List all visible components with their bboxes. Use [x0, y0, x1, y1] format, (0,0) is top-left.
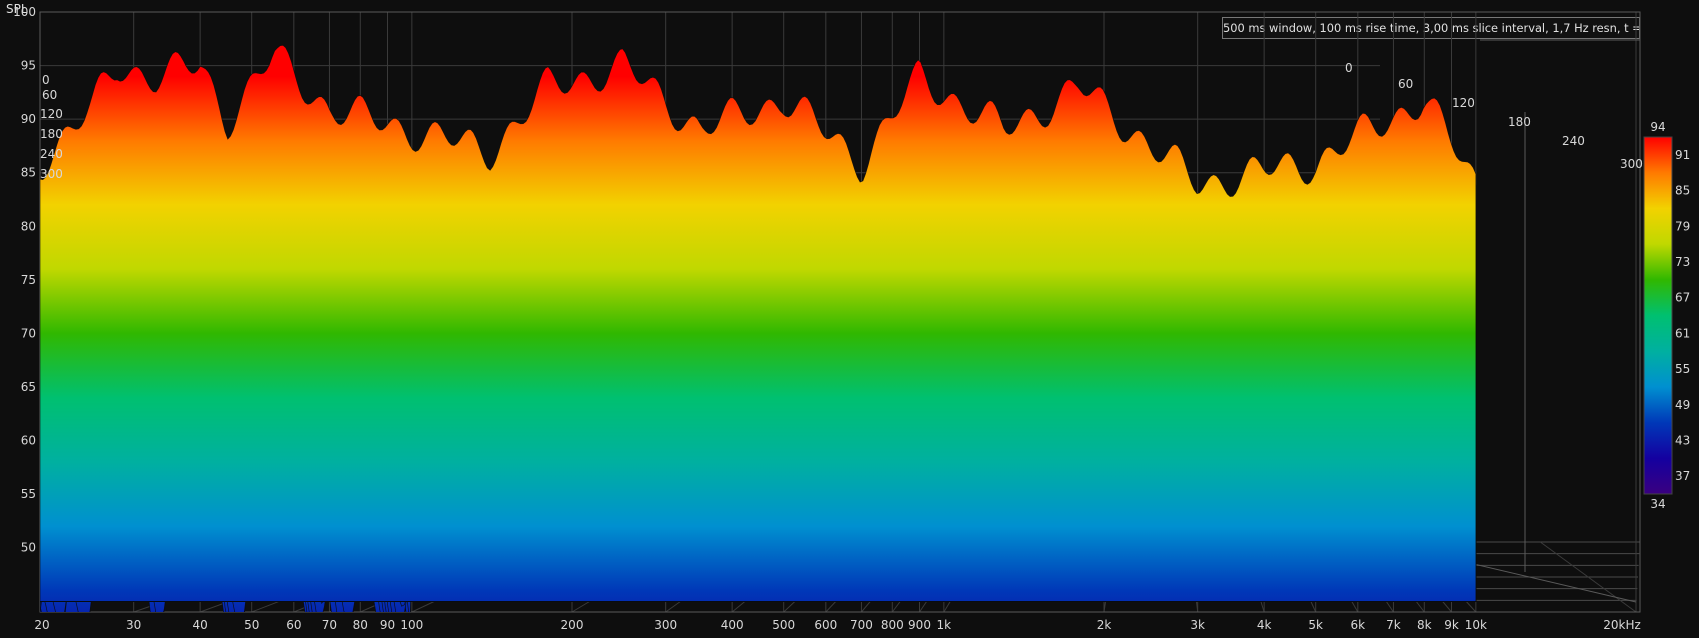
- colorbar-tick: 55: [1675, 362, 1690, 376]
- x-tick-label: 50: [244, 618, 259, 632]
- x-tick-label: 10k: [1465, 618, 1487, 632]
- y-tick-label: 70: [21, 326, 36, 340]
- time-tick-left: 0: [42, 73, 50, 87]
- y-tick-label: 65: [21, 380, 36, 394]
- x-tick-label: 20kHz: [1603, 618, 1641, 632]
- time-tick-left: 180: [40, 127, 63, 141]
- colorbar-tick: 94: [1650, 120, 1665, 134]
- x-tick-label: 60: [286, 618, 301, 632]
- x-tick-label: 90: [380, 618, 395, 632]
- time-tick-right: 120: [1452, 96, 1475, 110]
- x-tick-label: 7k: [1386, 618, 1401, 632]
- x-tick-label: 30: [126, 618, 141, 632]
- colorbar-gradient: [1643, 136, 1673, 495]
- x-tick-label: 6k: [1351, 618, 1366, 632]
- y-tick-label: 50: [21, 541, 36, 555]
- x-tick-label: 300: [654, 618, 677, 632]
- x-tick-label: 80: [353, 618, 368, 632]
- x-tick-label: 900: [908, 618, 931, 632]
- x-tick-label: 3k: [1190, 618, 1205, 632]
- time-tick-left: 240: [40, 147, 63, 161]
- time-tick-right: 0: [1345, 61, 1353, 75]
- time-tick-left: 120: [40, 107, 63, 121]
- colorbar: 94 91 85 79 73 67 61 55 49 43 37 34: [1643, 120, 1690, 511]
- x-tick-label: 700: [850, 618, 873, 632]
- x-tick-label: 600: [814, 618, 837, 632]
- y-tick-label: 80: [21, 219, 36, 233]
- x-tick-label: 100: [400, 618, 423, 632]
- y-tick-label: 85: [21, 166, 36, 180]
- colorbar-tick: 49: [1675, 398, 1690, 412]
- time-tick-right: 240: [1562, 134, 1585, 148]
- x-tick-label: 8k: [1417, 618, 1432, 632]
- x-tick-label: 40: [193, 618, 208, 632]
- x-tick-label: 4k: [1257, 618, 1272, 632]
- y-tick-label: 55: [21, 487, 36, 501]
- x-tick-label: 5k: [1308, 618, 1323, 632]
- x-tick-label: 20: [34, 618, 49, 632]
- waterfall-slices: [40, 44, 1477, 612]
- x-tick-label: 2k: [1097, 618, 1112, 632]
- x-tick-label: 70: [322, 618, 337, 632]
- colorbar-tick: 73: [1675, 255, 1690, 269]
- colorbar-tick: 91: [1675, 148, 1690, 162]
- waterfall-chart: 20 30 40 50 60 70 80 90 100 200 300 400 500 600 700 800…: [13, 5, 1690, 632]
- colorbar-tick: 67: [1675, 291, 1690, 305]
- y-tick-label: 90: [21, 112, 36, 126]
- colorbar-tick: 85: [1675, 184, 1690, 198]
- colorbar-tick: 79: [1675, 219, 1690, 233]
- y-tick-label: 95: [21, 59, 36, 73]
- time-tick-left: 300: [40, 167, 63, 181]
- y-tick-label: 60: [21, 434, 36, 448]
- x-tick-label: 500: [772, 618, 795, 632]
- colorbar-tick: 43: [1675, 433, 1690, 447]
- colorbar-tick: 37: [1675, 469, 1690, 483]
- x-tick-label: 200: [561, 618, 584, 632]
- time-tick-right: 180: [1508, 115, 1531, 129]
- time-tick-right: 60: [1398, 77, 1413, 91]
- colorbar-tick: 61: [1675, 326, 1690, 340]
- x-tick-label: 400: [721, 618, 744, 632]
- x-tick-label: 1k: [937, 618, 952, 632]
- time-tick-left: 60: [42, 88, 57, 102]
- x-tick-label: 800: [881, 618, 904, 632]
- waterfall-slice: [40, 44, 1477, 602]
- time-tick-right: 300: [1620, 157, 1643, 171]
- y-tick-label: 75: [21, 273, 36, 287]
- y-tick-label: 100: [13, 5, 36, 19]
- x-tick-label: 9k: [1444, 618, 1459, 632]
- colorbar-tick: 34: [1650, 497, 1665, 511]
